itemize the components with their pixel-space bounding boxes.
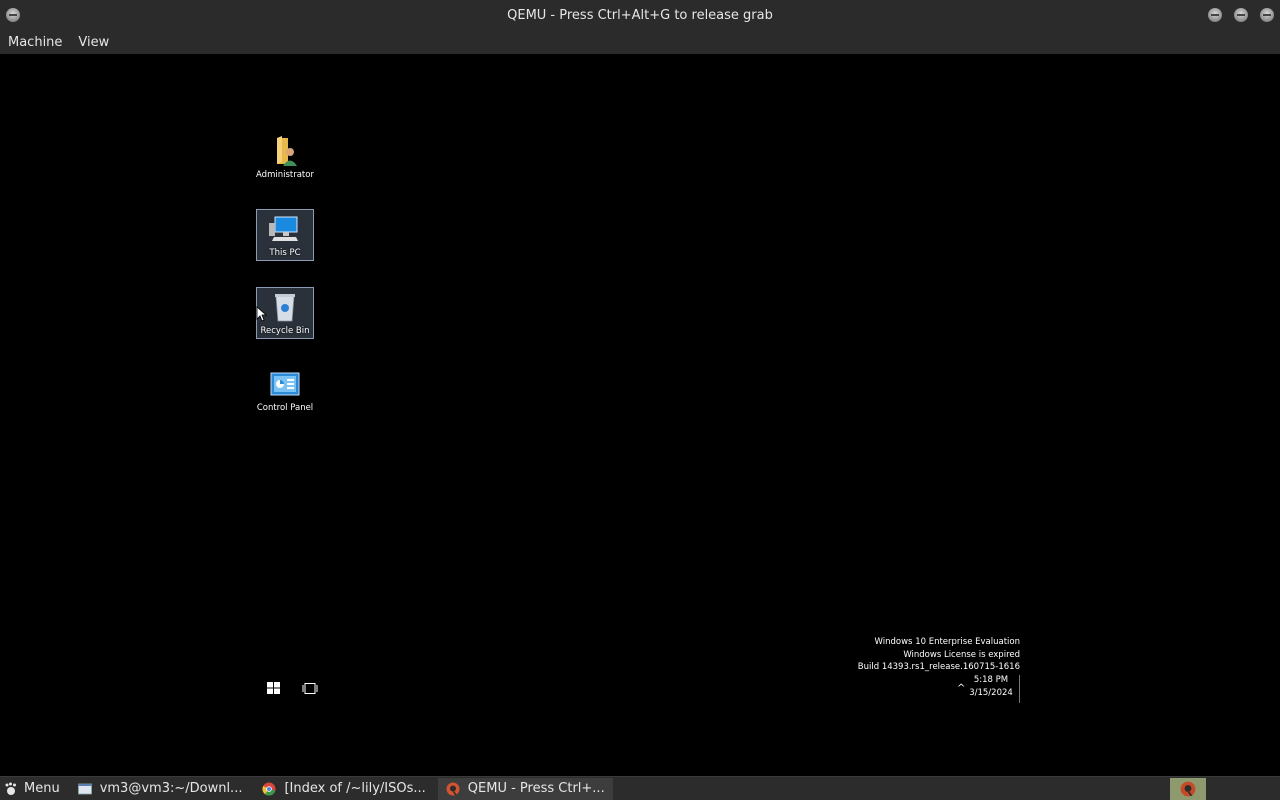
control-panel-icon [270, 372, 300, 396]
gnome-foot-icon [5, 782, 16, 795]
taskbar-item-label: [Index of /~lily/ISOs... [284, 781, 426, 796]
menu-bar: Machine View [0, 30, 1280, 54]
maximize-button[interactable] [1234, 8, 1248, 22]
menu-machine[interactable]: Machine [0, 35, 70, 50]
show-desktop-divider[interactable] [1019, 675, 1020, 703]
desktop-icon-this-pc[interactable]: This PC [256, 209, 314, 261]
tray-qemu-icon[interactable] [1170, 778, 1206, 800]
qemu-icon [1180, 781, 1196, 797]
taskbar-item-label: vm3@vm3:~/Downl... [99, 781, 243, 796]
menu-view[interactable]: View [70, 35, 117, 50]
desktop-icon-label: This PC [269, 248, 301, 258]
desktop-icon-administrator[interactable]: Administrator [256, 132, 314, 184]
close-button[interactable] [1260, 8, 1274, 22]
tray-time: 5:18 PM [973, 675, 1009, 685]
windows-start-icon[interactable] [267, 682, 280, 694]
desktop-icon-label: Control Panel [256, 403, 314, 413]
window-title: QEMU - Press Ctrl+Alt+G to release grab [507, 7, 773, 23]
task-view-icon[interactable] [302, 683, 318, 694]
chrome-icon [262, 782, 276, 796]
watermark-edition: Windows 10 Enterprise Evaluation [874, 637, 1020, 647]
window-title-bar[interactable]: QEMU - Press Ctrl+Alt+G to release grab [0, 0, 1280, 30]
panel-menu-button[interactable]: Menu [0, 781, 66, 796]
qemu-icon [446, 782, 460, 795]
computer-icon [269, 216, 298, 241]
host-panel: Menu vm3@vm3:~/Downl... [Index of /~lily… [0, 776, 1280, 800]
panel-menu-label: Menu [24, 781, 60, 796]
taskbar-item-browser[interactable]: [Index of /~lily/ISOs... [254, 778, 433, 800]
desktop-icon-control-panel[interactable]: Control Panel [256, 365, 314, 417]
tray-clock[interactable]: 5:18 PM 3/15/2024 [966, 674, 1016, 700]
desktop-icon-label: Recycle Bin [260, 326, 310, 336]
mouse-cursor-icon [256, 306, 268, 322]
windows-watermark: Windows 10 Enterprise Evaluation Windows… [858, 636, 1020, 674]
watermark-build: Build 14393.rs1_release.160715-1616 [857, 662, 1020, 672]
taskbar-item-qemu[interactable]: QEMU - Press Ctrl+... [437, 777, 613, 800]
terminal-icon [77, 783, 92, 794]
guest-desktop[interactable]: Administrator This PC Recycle Bin Contro… [0, 54, 1280, 776]
desktop-icon-label: Administrator [256, 170, 314, 180]
user-folder-icon [277, 136, 297, 166]
taskbar-item-label: QEMU - Press Ctrl+... [467, 781, 605, 796]
minimize-button[interactable] [1208, 8, 1222, 22]
show-hidden-icons-chevron-icon[interactable]: ^ [957, 683, 965, 694]
window-menu-icon[interactable] [6, 8, 20, 22]
watermark-license: Windows License is expired [903, 649, 1020, 660]
taskbar-item-terminal[interactable]: vm3@vm3:~/Downl... [70, 778, 251, 800]
tray-date: 3/15/2024 [969, 688, 1013, 698]
recycle-bin-icon [275, 294, 295, 322]
